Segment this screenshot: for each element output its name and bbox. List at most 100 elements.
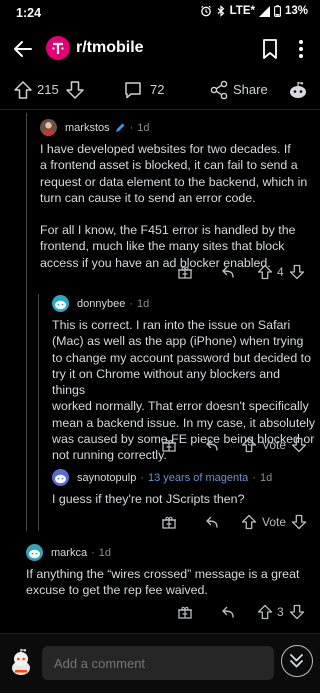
chevron-double-down-icon: [290, 654, 303, 668]
network-type: LTE*: [229, 5, 255, 17]
award-gift-icon: [178, 266, 192, 279]
comment-upvote-button[interactable]: [256, 603, 274, 621]
current-user-avatar[interactable]: [6, 648, 36, 678]
comment-line: request or data element to the backend, …: [40, 174, 308, 189]
comment-score: 3: [277, 605, 284, 619]
comment-line: to change my account password but decide…: [52, 350, 311, 365]
avatar[interactable]: [52, 295, 69, 312]
comment-upvote-button[interactable]: [240, 436, 258, 454]
share-button[interactable]: [208, 79, 230, 101]
comment-time-dot: ·: [140, 471, 144, 484]
avatar[interactable]: [26, 544, 43, 561]
comment-time: 1d: [259, 471, 273, 484]
award-gift-icon: [162, 516, 176, 529]
comment-time-dot: ·: [129, 121, 134, 134]
comment-line: frontend, much like the many sites that …: [40, 239, 285, 254]
comment-time-dot: ·: [252, 471, 256, 484]
more-options-button[interactable]: [294, 38, 308, 60]
reply-button[interactable]: [202, 513, 220, 531]
bookmark-icon: [263, 39, 277, 59]
comment-markca: markca · 1d If anything the “wires cross…: [26, 544, 316, 599]
award-button[interactable]: [288, 80, 308, 100]
comment-line: If anything the “wires crossed” message …: [26, 567, 300, 581]
award-comment-button[interactable]: [160, 436, 178, 454]
add-comment-input[interactable]: [42, 646, 274, 680]
comment-time-dot: ·: [129, 297, 133, 310]
award-comment-button[interactable]: [176, 603, 194, 621]
reply-button[interactable]: [218, 263, 236, 281]
comment-line: worked normally. That error doesn't spec…: [52, 399, 309, 414]
comment-line: I have developed websites for two decade…: [40, 142, 291, 156]
upvote-arrow-icon: [257, 604, 273, 620]
comment-header: donnybee · 1d: [52, 295, 316, 312]
back-button[interactable]: [10, 36, 36, 62]
subreddit-icon[interactable]: [46, 36, 70, 60]
comment-time-dot: ·: [91, 546, 95, 559]
alarm-icon: [200, 5, 211, 17]
comment-body: I have developed websites for two decade…: [40, 141, 315, 271]
signal-icon: [258, 5, 270, 17]
comment-bubble-icon: [125, 82, 141, 99]
comment-upvote-button[interactable]: [240, 513, 258, 531]
thread-line: [26, 113, 27, 531]
subreddit-name[interactable]: r/tmobile: [76, 39, 144, 57]
comment-username[interactable]: markca: [51, 547, 87, 559]
comment-username[interactable]: saynotopulp: [77, 472, 136, 484]
bluetooth-icon: [217, 5, 225, 17]
reply-button[interactable]: [202, 436, 220, 454]
comment-line: turn can cause it to send an error code.: [40, 190, 256, 205]
arrow-left-icon: [14, 41, 32, 57]
comment-downvote-button[interactable]: [288, 603, 306, 621]
downvote-arrow-icon: [291, 514, 307, 530]
comment-body: If anything the “wires crossed” message …: [26, 566, 316, 599]
upvote-arrow-icon: [14, 81, 32, 99]
award-gift-icon: [162, 439, 176, 452]
comment-username[interactable]: donnybee: [77, 298, 125, 310]
share-label[interactable]: Share: [233, 82, 268, 97]
comment-line: a frontend asset is blocked, it can fail…: [40, 158, 298, 173]
award-comment-button[interactable]: [160, 513, 178, 531]
comment-actions: Vote: [160, 433, 315, 457]
user-flair: 13 years of magenta: [148, 471, 249, 484]
comment-markstos: markstos · 1d I have developed websites …: [40, 119, 315, 271]
upvote-arrow-icon: [241, 437, 257, 453]
post-comments-button[interactable]: [122, 79, 144, 101]
upvote-arrow-icon: [241, 514, 257, 530]
post-downvote-button[interactable]: [64, 79, 86, 101]
thread-line: [38, 294, 39, 531]
collapse-threads-button[interactable]: [281, 645, 313, 677]
post-upvote-button[interactable]: [12, 79, 34, 101]
pencil-icon: [115, 123, 125, 132]
downvote-arrow-icon: [289, 264, 304, 280]
comment-downvote-button[interactable]: [288, 263, 306, 281]
comment-line: This is correct. I ran into the issue on…: [52, 318, 291, 332]
award-gift-icon: [178, 606, 192, 619]
upvote-arrow-icon: [257, 264, 273, 280]
comment-time: 1d: [137, 121, 150, 134]
reply-arrow-icon: [222, 266, 234, 278]
reply-button[interactable]: [218, 603, 236, 621]
comment-username[interactable]: markstos: [65, 122, 110, 134]
comment-actions: 3: [176, 600, 312, 624]
app-header: r/tmobile: [0, 26, 320, 70]
comment-line: I guess if they're not JScripts then?: [52, 492, 245, 506]
avatar[interactable]: [40, 119, 57, 136]
comment-downvote-button[interactable]: [290, 513, 308, 531]
post-action-bar: 215 72 Share: [0, 72, 320, 108]
status-bar: 1:24 LTE* 13%: [0, 0, 320, 26]
avatar[interactable]: [52, 469, 69, 486]
comment-line: excuse to get the rep fee waived.: [26, 583, 208, 598]
downvote-arrow-icon: [66, 81, 84, 99]
comment-score: Vote: [262, 438, 287, 452]
snoo-face-icon: [290, 81, 306, 98]
section-divider: [0, 109, 320, 110]
snoo-avatar-icon: [55, 300, 66, 310]
downvote-arrow-icon: [291, 437, 307, 453]
save-post-button[interactable]: [260, 38, 280, 60]
share-icon: [210, 80, 228, 100]
comment-upvote-button[interactable]: [256, 263, 274, 281]
award-comment-button[interactable]: [176, 263, 194, 281]
comment-downvote-button[interactable]: [290, 436, 308, 454]
post-comment-count[interactable]: 72: [150, 82, 164, 97]
